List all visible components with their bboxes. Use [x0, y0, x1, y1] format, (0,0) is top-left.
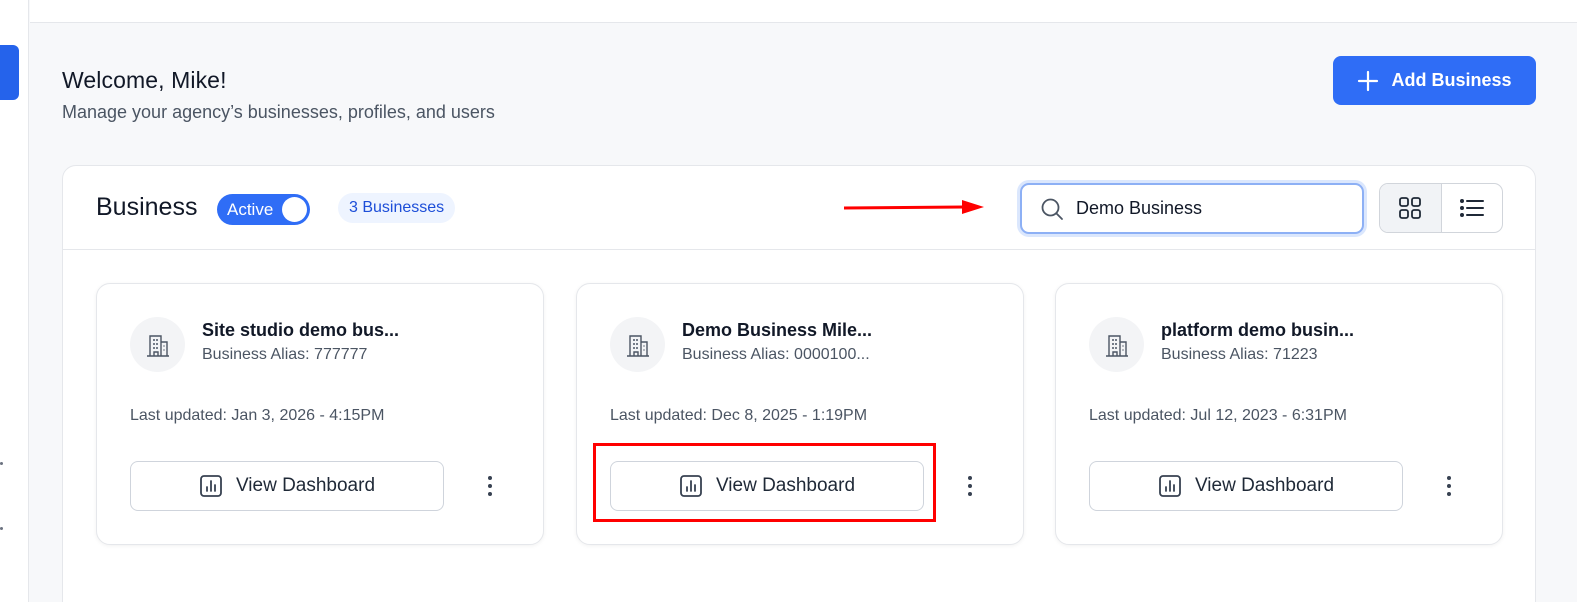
- business-panel: Business Active 3 Businesses Demo Busine…: [62, 165, 1536, 602]
- add-business-label: Add Business: [1391, 70, 1512, 90]
- panel-header: Business Active 3 Businesses: [63, 166, 1535, 250]
- last-updated: Last updated: Jan 3, 2026 - 4:15PM: [130, 407, 385, 424]
- left-rail: [0, 0, 29, 602]
- search-icon: [1041, 198, 1063, 220]
- toggle-knob: [282, 197, 307, 222]
- view-dashboard-button[interactable]: View Dashboard: [130, 461, 444, 511]
- active-toggle[interactable]: Active: [217, 194, 310, 225]
- view-dashboard-label: View Dashboard: [235, 475, 376, 496]
- view-dashboard-label: View Dashboard: [1194, 475, 1335, 496]
- add-business-button[interactable]: Add Business: [1333, 56, 1536, 105]
- building-icon: [1089, 317, 1144, 372]
- grid-icon: [1399, 197, 1422, 219]
- sidebar-dot: [0, 527, 3, 530]
- top-bar: [30, 0, 1577, 23]
- business-alias: Business Alias: 0000100...: [682, 346, 870, 363]
- list-icon: [1459, 199, 1484, 217]
- page-title: Welcome, Mike!: [62, 67, 227, 93]
- building-icon: [130, 317, 185, 372]
- business-card: Site studio demo bus... Business Alias: …: [96, 283, 544, 545]
- view-dashboard-button[interactable]: View Dashboard: [1089, 461, 1403, 511]
- building-icon: [610, 317, 665, 372]
- last-updated: Last updated: Jul 12, 2023 - 6:31PM: [1089, 407, 1347, 424]
- chart-icon: [1159, 475, 1181, 497]
- sidebar-dot: [0, 462, 3, 465]
- more-options-icon[interactable]: [480, 471, 500, 501]
- business-alias: Business Alias: 71223: [1161, 346, 1318, 363]
- plus-icon: [1358, 70, 1379, 91]
- list-view-button[interactable]: [1442, 184, 1503, 232]
- annotation-arrow: [843, 200, 984, 214]
- more-options-icon[interactable]: [960, 471, 980, 501]
- business-count-badge: 3 Businesses: [338, 193, 456, 223]
- more-options-icon[interactable]: [1439, 471, 1459, 501]
- grid-view-button[interactable]: [1380, 184, 1442, 232]
- panel-title: Business: [96, 193, 198, 221]
- page-subtitle: Manage your agency’s businesses, profile…: [62, 102, 495, 122]
- last-updated: Last updated: Dec 8, 2025 - 1:19PM: [610, 407, 868, 424]
- business-card: platform demo busin... Business Alias: 7…: [1055, 283, 1503, 545]
- search-box[interactable]: [1020, 183, 1364, 234]
- business-name[interactable]: platform demo busin...: [1161, 320, 1354, 341]
- business-alias: Business Alias: 777777: [202, 346, 368, 363]
- view-mode-toggle: [1379, 183, 1503, 233]
- business-name[interactable]: Site studio demo bus...: [202, 320, 399, 341]
- annotation-highlight-box: [593, 443, 936, 522]
- sidebar-active-item[interactable]: [0, 45, 19, 100]
- search-input[interactable]: [1076, 198, 1326, 219]
- chart-icon: [200, 475, 222, 497]
- business-name[interactable]: Demo Business Mile...: [682, 320, 872, 341]
- active-toggle-label: Active: [227, 199, 274, 219]
